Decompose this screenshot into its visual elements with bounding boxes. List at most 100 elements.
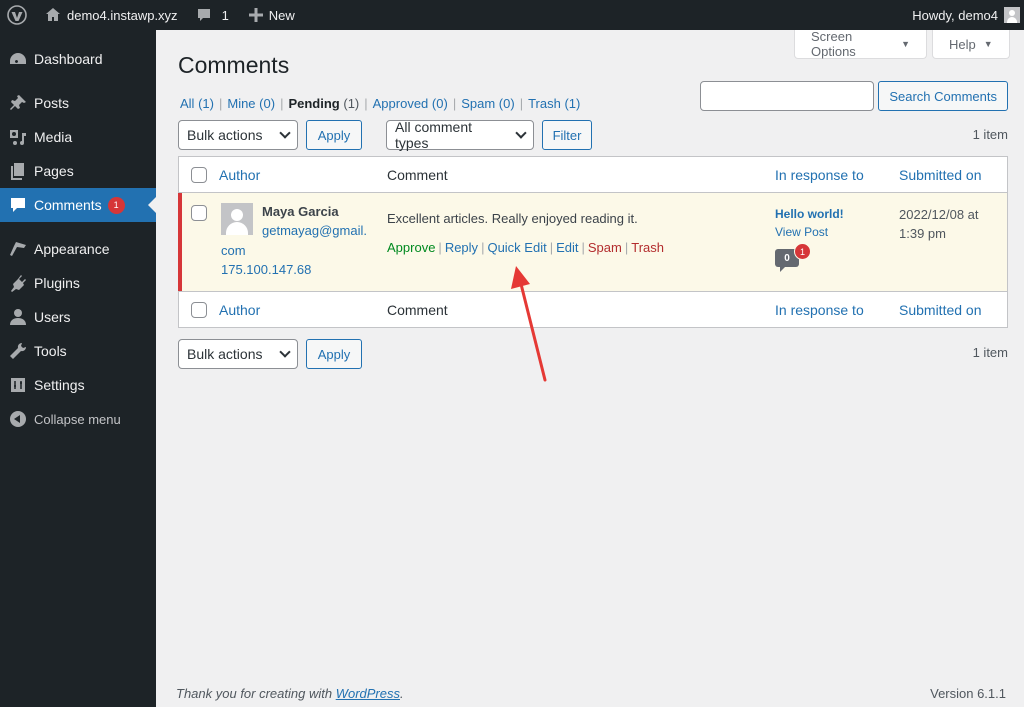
separator: | [581, 240, 585, 255]
author-email-link[interactable]: getmayag@gmail. [262, 221, 387, 241]
search-comments-button[interactable]: Search Comments [878, 81, 1008, 111]
submitted-date[interactable]: 2022/12/08 at [899, 205, 1007, 224]
new-content-button[interactable]: New [237, 0, 303, 30]
sidebar-item-label: Dashboard [34, 51, 103, 67]
admin-menu: Dashboard Posts Media Pages Comments 1 A… [0, 30, 156, 707]
comment-icon [8, 195, 28, 215]
comments-link[interactable]: 1 [186, 0, 237, 30]
filter-count: (0) [431, 96, 448, 111]
comment-type-value: All comment types [395, 119, 473, 151]
post-title-link[interactable]: Hello world! [775, 205, 899, 223]
filter-all[interactable]: All (1) [180, 96, 214, 111]
paintbrush-icon [8, 239, 28, 259]
submitted-time[interactable]: 1:39 pm [899, 224, 1007, 243]
filter-spam[interactable]: Spam (0) [461, 96, 514, 111]
sidebar-item-posts[interactable]: Posts [0, 86, 156, 120]
collapse-menu-button[interactable]: Collapse menu [0, 402, 156, 436]
sort-response-link-bottom[interactable]: In response to [775, 302, 864, 318]
filter-approved[interactable]: Approved (0) [373, 96, 448, 111]
quick-edit-link[interactable]: Quick Edit [487, 240, 546, 255]
column-comment-bottom: Comment [387, 301, 448, 318]
separator: | [549, 240, 554, 255]
comment-text: Excellent articles. Really enjoyed readi… [387, 211, 638, 226]
sidebar-item-users[interactable]: Users [0, 300, 156, 334]
edit-link[interactable]: Edit [556, 240, 578, 255]
bulk-actions-select[interactable]: Bulk actions [178, 120, 298, 150]
dashboard-icon [8, 49, 28, 69]
apply-button[interactable]: Apply [306, 120, 362, 150]
filter-label: Mine [227, 96, 256, 111]
filter-mine[interactable]: Mine (0) [227, 96, 275, 111]
site-name-link[interactable]: demo4.instawp.xyz [37, 0, 186, 30]
row-checkbox[interactable] [191, 205, 207, 221]
user-avatar [1004, 7, 1020, 23]
tablenav-top: Bulk actions Apply All comment types Fil… [178, 119, 592, 151]
reply-link[interactable]: Reply [445, 240, 478, 255]
pages-icon [8, 161, 28, 181]
comment-status-filters: All (1) | Mine (0) | Pending (1) | Appro… [180, 96, 580, 111]
comment-cell: Excellent articles. Really enjoyed readi… [387, 193, 775, 291]
settings-icon [8, 375, 28, 395]
spam-link[interactable]: Spam [588, 240, 622, 255]
sort-date-link[interactable]: Submitted on [899, 167, 982, 183]
footer-period: . [400, 686, 404, 701]
search-input[interactable] [700, 81, 875, 111]
chevron-down-icon [515, 127, 527, 139]
sidebar-item-appearance[interactable]: Appearance [0, 232, 156, 266]
sidebar-item-tools[interactable]: Tools [0, 334, 156, 368]
sidebar-item-dashboard[interactable]: Dashboard [0, 42, 156, 76]
author-name: Maya Garcia [262, 204, 339, 219]
sort-author-link[interactable]: Author [219, 167, 260, 183]
table-footer: Author Comment In response to Submitted … [179, 291, 1007, 327]
sidebar-item-media[interactable]: Media [0, 120, 156, 154]
sort-author-link-bottom[interactable]: Author [219, 302, 260, 318]
pending-comments-bubble: 1 [794, 243, 811, 260]
sidebar-item-settings[interactable]: Settings [0, 368, 156, 402]
items-count-bottom: 1 item [972, 345, 1008, 360]
site-name: demo4.instawp.xyz [67, 7, 178, 23]
bulk-actions-value: Bulk actions [187, 127, 263, 143]
sidebar-item-comments[interactable]: Comments 1 [0, 188, 156, 222]
post-comment-count[interactable]: 0 1 [775, 243, 815, 273]
media-icon [8, 127, 28, 147]
home-icon [46, 8, 60, 21]
column-comment: Comment [387, 166, 448, 183]
chevron-down-icon [279, 346, 291, 358]
page-title: Comments [178, 52, 290, 78]
separator: | [280, 96, 284, 111]
filter-button[interactable]: Filter [542, 120, 592, 150]
select-all-checkbox[interactable] [191, 166, 207, 183]
wp-logo-button[interactable] [0, 0, 37, 30]
sidebar-item-label: Settings [34, 377, 85, 393]
wordpress-link[interactable]: WordPress [336, 686, 400, 701]
filter-count: (0) [498, 96, 515, 111]
sidebar-item-label: Comments [34, 197, 102, 213]
sort-date-link-bottom[interactable]: Submitted on [899, 302, 982, 318]
row-actions: Approve | Reply | Quick Edit | Edit | Spam | Trash [387, 240, 775, 255]
separator: | [519, 96, 524, 111]
filter-trash[interactable]: Trash (1) [528, 96, 580, 111]
comment-type-select[interactable]: All comment types [386, 119, 534, 151]
chevron-down-icon [279, 127, 291, 139]
my-account-link[interactable]: Howdy, demo4 [904, 0, 1024, 30]
author-email-link-continued[interactable]: com [221, 241, 387, 260]
sidebar-item-label: Media [34, 129, 73, 145]
sidebar-item-label: Pages [34, 163, 74, 179]
separator: | [624, 240, 629, 255]
sidebar-item-plugins[interactable]: Plugins [0, 266, 156, 300]
apply-button-bottom[interactable]: Apply [306, 339, 362, 369]
view-post-link[interactable]: View Post [775, 223, 899, 241]
sort-response-link[interactable]: In response to [775, 167, 864, 183]
pin-icon [8, 93, 28, 113]
trash-link[interactable]: Trash [631, 240, 664, 255]
filter-pending[interactable]: Pending (1) [288, 96, 359, 111]
avatar [221, 203, 253, 235]
sidebar-item-label: Users [34, 309, 71, 325]
bulk-actions-value: Bulk actions [187, 346, 263, 362]
approve-link[interactable]: Approve [387, 240, 435, 255]
filter-count: (1) [343, 96, 360, 111]
select-all-checkbox-bottom[interactable] [191, 301, 207, 318]
sidebar-item-pages[interactable]: Pages [0, 154, 156, 188]
author-ip-link[interactable]: 175.100.147.68 [221, 260, 387, 279]
bulk-actions-select-bottom[interactable]: Bulk actions [178, 339, 298, 369]
